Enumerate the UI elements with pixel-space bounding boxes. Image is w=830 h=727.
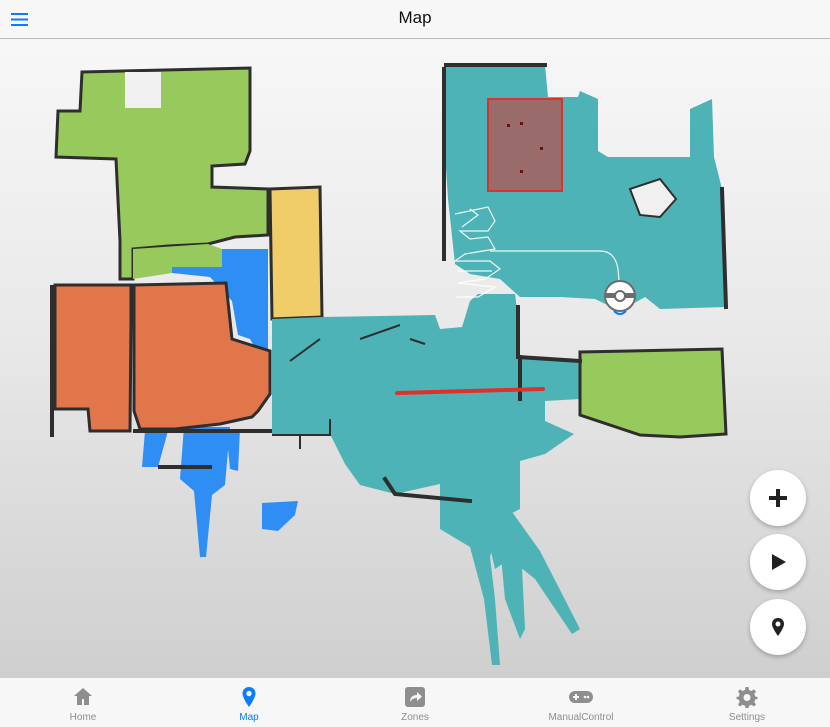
go-to-location-button[interactable] xyxy=(750,599,806,655)
room-yellow[interactable] xyxy=(268,185,324,321)
tab-settings[interactable]: Settings xyxy=(664,678,830,727)
room-green-east[interactable] xyxy=(578,347,728,439)
home-icon xyxy=(74,688,92,705)
top-bar: Map xyxy=(0,0,830,39)
tab-home-label: Home xyxy=(69,712,97,723)
location-pin-icon xyxy=(242,687,256,707)
tab-manual-control-label: ManualControl xyxy=(548,712,614,723)
gear-icon xyxy=(736,687,758,708)
location-pin-icon xyxy=(772,618,784,636)
room-green-north-west[interactable] xyxy=(54,66,270,281)
add-zone-button[interactable] xyxy=(750,470,806,526)
start-cleaning-button[interactable] xyxy=(750,534,806,590)
tab-zones[interactable]: Zones xyxy=(332,678,498,727)
room-orange-west[interactable] xyxy=(53,283,133,433)
share-arrow-icon xyxy=(405,687,425,707)
tab-map[interactable]: Map xyxy=(166,678,332,727)
plus-icon xyxy=(769,489,787,507)
bottom-tab-bar: Home Map Zones ManualControl Settings xyxy=(0,677,830,727)
play-icon xyxy=(772,554,786,570)
robot-icon[interactable] xyxy=(604,280,636,315)
hamburger-icon xyxy=(11,13,28,26)
map-drawing[interactable] xyxy=(0,39,830,677)
tab-home[interactable]: Home xyxy=(0,678,166,727)
page-title: Map xyxy=(398,8,432,27)
gamepad-icon xyxy=(569,691,593,703)
menu-button[interactable] xyxy=(8,8,32,32)
tab-map-label: Map xyxy=(239,712,259,723)
map-canvas[interactable] xyxy=(0,39,830,677)
cleaning-zone[interactable] xyxy=(487,98,563,192)
app-root: Map Home Map Zones ManualControl Setting… xyxy=(0,0,830,727)
tab-settings-label: Settings xyxy=(728,712,766,723)
tab-manual-control[interactable]: ManualControl xyxy=(498,678,664,727)
tab-zones-label: Zones xyxy=(401,712,429,723)
